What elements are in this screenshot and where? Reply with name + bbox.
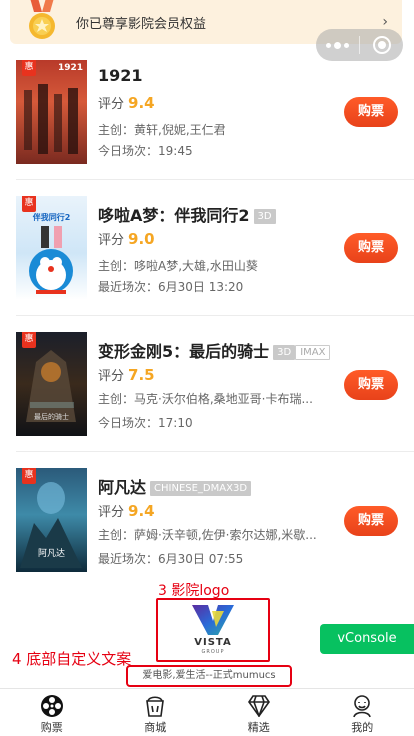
tab-featured[interactable]: 精选 <box>207 689 311 736</box>
row-divider <box>16 179 414 180</box>
movie-score: 评分 9.4 <box>98 94 155 112</box>
movie-poster[interactable]: 惠 1921 <box>16 60 87 164</box>
discount-tag: 惠 <box>22 332 36 348</box>
logo-sub: GROUP <box>201 648 225 655</box>
score-value: 9.4 <box>128 502 155 520</box>
score-value: 9.0 <box>128 230 155 248</box>
close-target-icon[interactable] <box>360 36 403 54</box>
poster-title: 伴我同行2 <box>32 213 71 222</box>
format-badge: IMAX <box>295 345 331 360</box>
tab-mall[interactable]: 商城 <box>104 689 208 736</box>
diamond-icon <box>246 694 272 718</box>
medal-icon <box>24 0 64 44</box>
discount-tag: 惠 <box>22 60 36 76</box>
movie-item[interactable]: 惠 最后的骑士 变形金刚5：最后的骑士 3D IMAX 评分 7.5 主创：马克·沃尔… <box>0 332 414 468</box>
movie-title: 变形金刚5：最后的骑士 3D IMAX <box>98 338 331 362</box>
tab-label: 购票 <box>40 721 63 734</box>
movie-cast: 主创：萨姆·沃辛顿,佐伊·索尔达娜,米歇... <box>98 528 317 542</box>
movie-item[interactable]: 惠 伴我同行2 哆啦A梦：伴我同行2 3D 评分 9.0 主创：哆啦A梦,大雄,水田… <box>0 196 414 332</box>
poster-title: 1921 <box>57 63 83 73</box>
format-badge: CHINESE_DMAX3D <box>150 481 252 496</box>
movie-item[interactable]: 惠 1921 1921 评分 9.4 主创：黄轩,倪妮,王仁君 今日场次：19:4… <box>0 60 414 196</box>
format-badge: 3D <box>253 209 276 224</box>
tab-label: 我的 <box>351 721 374 734</box>
footer-slogan: 爱电影,爱生活--正式mumucs <box>126 665 292 687</box>
tab-label: 精选 <box>247 721 270 734</box>
footer-annotation: 4 底部自定义文案 <box>12 650 132 668</box>
mini-program-capsule <box>316 29 403 61</box>
score-value: 7.5 <box>128 366 155 384</box>
movie-poster[interactable]: 惠 伴我同行2 <box>16 196 87 300</box>
tab-buy-ticket[interactable]: 购票 <box>0 689 104 736</box>
discount-tag: 惠 <box>22 196 36 212</box>
movie-showtime: 今日场次：17:10 <box>98 416 193 430</box>
more-icon[interactable] <box>316 41 359 49</box>
movie-cast: 主创：马克·沃尔伯格,桑地亚哥·卡布瑞... <box>98 392 313 406</box>
vconsole-button[interactable]: vConsole <box>320 624 414 654</box>
logo-brand: VISTA <box>194 636 232 648</box>
movie-showtime: 今日场次：19:45 <box>98 144 193 158</box>
buy-ticket-button[interactable]: 购票 <box>344 506 398 536</box>
movie-title: 1921 <box>98 66 143 85</box>
movie-score: 评分 7.5 <box>98 366 155 384</box>
tab-bar: 购票 商城 精选 我的 <box>0 688 414 736</box>
tab-label: 商城 <box>144 721 167 734</box>
movie-cast: 主创：黄轩,倪妮,王仁君 <box>98 123 226 137</box>
film-reel-icon <box>39 694 65 718</box>
movie-poster[interactable]: 惠 最后的骑士 <box>16 332 87 436</box>
movie-score: 评分 9.0 <box>98 230 155 248</box>
user-icon <box>349 694 375 718</box>
cinema-logo: VISTA GROUP <box>156 598 270 662</box>
movie-showtime: 最近场次：6月30日 07:55 <box>98 552 244 566</box>
movie-title: 阿凡达 CHINESE_DMAX3D <box>98 474 252 498</box>
poster-title: 阿凡达 <box>37 549 65 559</box>
chevron-right-icon: › <box>382 14 388 30</box>
row-divider <box>16 451 414 452</box>
movie-poster[interactable]: 惠 阿凡达 <box>16 468 87 572</box>
movie-title: 哆啦A梦：伴我同行2 3D <box>98 202 276 226</box>
format-badge: 3D <box>273 345 296 360</box>
row-divider <box>16 315 414 316</box>
buy-ticket-button[interactable]: 购票 <box>344 97 398 127</box>
buy-ticket-button[interactable]: 购票 <box>344 233 398 263</box>
movie-score: 评分 9.4 <box>98 502 155 520</box>
cup-icon <box>142 694 168 718</box>
poster-title: 最后的骑士 <box>34 413 69 421</box>
movie-cast: 主创：哆啦A梦,大雄,水田山葵 <box>98 259 258 273</box>
vista-logo-icon <box>192 604 234 635</box>
discount-tag: 惠 <box>22 468 36 484</box>
score-value: 9.4 <box>128 94 155 112</box>
movie-showtime: 最近场次：6月30日 13:20 <box>98 280 244 294</box>
logo-annotation: 3 影院logo <box>158 583 230 599</box>
buy-ticket-button[interactable]: 购票 <box>344 370 398 400</box>
tab-mine[interactable]: 我的 <box>311 689 414 736</box>
